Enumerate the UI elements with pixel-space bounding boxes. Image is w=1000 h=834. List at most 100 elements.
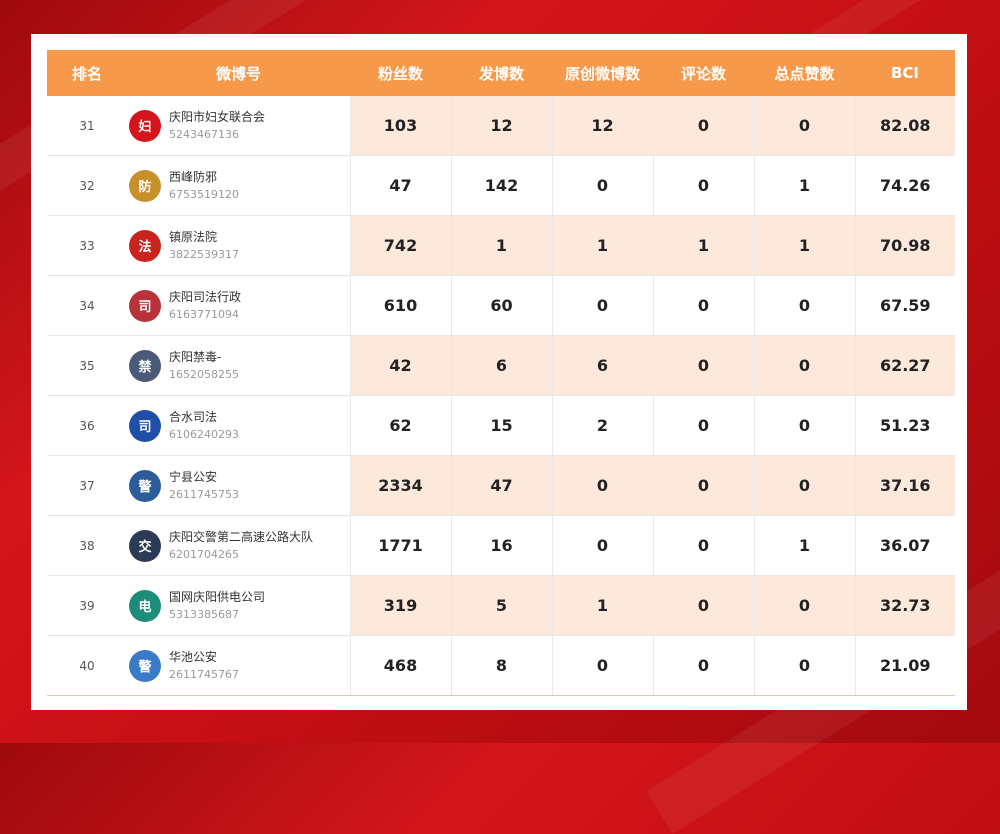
account-link[interactable]: 警宁县公安 2611745753 (127, 469, 350, 503)
ranking-card: 排名 微博号 粉丝数 发博数 原创微博数 评论数 总点赞数 BCI 31 妇庆阳市… (31, 34, 967, 710)
rank-cell: 37 (47, 455, 127, 516)
posts-cell: 16 (450, 515, 552, 576)
header-posts: 发博数 (451, 50, 552, 96)
bci-cell: 32.73 (854, 575, 955, 636)
likes-cell: 1 (753, 515, 855, 576)
police-badge-icon[interactable]: 警 (129, 469, 161, 502)
bci-cell: 82.08 (854, 96, 955, 156)
comments-cell: 0 (652, 96, 754, 156)
bci-cell: 36.07 (854, 515, 955, 576)
original-cell: 0 (551, 515, 653, 576)
table-row: 39 电国网庆阳供电公司 5313385687 319 5 1 0 0 32.73 (47, 575, 955, 636)
fans-cell: 47 (349, 155, 451, 216)
account-link[interactable]: 禁庆阳禁毒- 1652058255 (127, 349, 350, 383)
anti-drug-emblem-icon[interactable]: 禁 (129, 349, 161, 382)
comments-cell: 0 (652, 155, 754, 216)
bci-cell: 62.27 (854, 335, 955, 396)
table-row: 35 禁庆阳禁毒- 1652058255 42 6 6 0 0 62.27 (47, 335, 955, 396)
account-id: 6106240293 (169, 427, 239, 441)
account-link[interactable]: 交庆阳交警第二高速公路大队 6201704265 (127, 529, 350, 563)
account-name[interactable]: 西峰防邪 (169, 169, 239, 186)
state-grid-logo-icon[interactable]: 电 (129, 589, 161, 622)
account-link[interactable]: 电国网庆阳供电公司 5313385687 (127, 589, 350, 623)
posts-cell: 47 (450, 455, 552, 516)
account-link[interactable]: 司庆阳司法行政 6163771094 (127, 289, 350, 323)
account-id: 5243467136 (169, 127, 239, 141)
original-cell: 0 (551, 635, 653, 696)
original-cell: 0 (551, 155, 653, 216)
police-badge-icon[interactable]: 警 (129, 649, 161, 682)
account-name[interactable]: 合水司法 (169, 409, 239, 426)
account-id: 6201704265 (169, 547, 239, 561)
table-row: 31 妇庆阳市妇女联合会 5243467136 103 12 12 0 0 82.08 (47, 96, 955, 156)
rank-cell: 33 (47, 215, 127, 276)
comments-cell: 0 (652, 635, 754, 696)
posts-cell: 6 (450, 335, 552, 396)
account-cell: 司庆阳司法行政 6163771094 (127, 275, 350, 336)
bci-cell: 70.98 (854, 215, 955, 276)
account-name[interactable]: 庆阳禁毒- (169, 349, 239, 366)
header-likes: 总点赞数 (754, 50, 855, 96)
account-link[interactable]: 妇庆阳市妇女联合会 5243467136 (127, 109, 350, 143)
account-name[interactable]: 宁县公安 (169, 469, 239, 486)
original-cell: 12 (551, 96, 653, 156)
account-name[interactable]: 庆阳市妇女联合会 (169, 109, 265, 126)
original-cell: 2 (551, 395, 653, 456)
posts-cell: 142 (450, 155, 552, 216)
account-cell: 电国网庆阳供电公司 5313385687 (127, 575, 350, 636)
likes-cell: 1 (753, 215, 855, 276)
posts-cell: 8 (450, 635, 552, 696)
posts-cell: 60 (450, 275, 552, 336)
anti-cult-emblem-icon[interactable]: 防 (129, 169, 161, 202)
account-id: 5313385687 (169, 607, 239, 621)
comments-cell: 0 (652, 335, 754, 396)
fans-cell: 319 (349, 575, 451, 636)
account-name[interactable]: 庆阳交警第二高速公路大队 (169, 529, 313, 546)
account-id: 1652058255 (169, 367, 239, 381)
account-link[interactable]: 司合水司法 6106240293 (127, 409, 350, 443)
account-link[interactable]: 法镇原法院 3822539317 (127, 229, 350, 263)
bci-cell: 74.26 (854, 155, 955, 216)
account-name[interactable]: 国网庆阳供电公司 (169, 589, 265, 606)
justice-emblem-icon[interactable]: 司 (129, 409, 161, 442)
account-cell: 警宁县公安 2611745753 (127, 455, 350, 516)
posts-cell: 1 (450, 215, 552, 276)
header-account: 微博号 (127, 50, 350, 96)
table-row: 36 司合水司法 6106240293 62 15 2 0 0 51.23 (47, 395, 955, 456)
account-id: 2611745767 (169, 667, 239, 681)
posts-cell: 15 (450, 395, 552, 456)
account-cell: 法镇原法院 3822539317 (127, 215, 350, 276)
account-cell: 司合水司法 6106240293 (127, 395, 350, 456)
account-name[interactable]: 镇原法院 (169, 229, 239, 246)
original-cell: 6 (551, 335, 653, 396)
rank-cell: 31 (47, 96, 127, 156)
account-link[interactable]: 警华池公安 2611745767 (127, 649, 350, 683)
comments-cell: 0 (652, 515, 754, 576)
women-federation-logo-icon[interactable]: 妇 (129, 109, 161, 142)
header-rank: 排名 (47, 50, 127, 96)
original-cell: 0 (551, 455, 653, 516)
header-bci: BCI (855, 50, 955, 96)
fans-cell: 742 (349, 215, 451, 276)
header-comments: 评论数 (653, 50, 754, 96)
account-name[interactable]: 庆阳司法行政 (169, 289, 241, 306)
bci-cell: 37.16 (854, 455, 955, 516)
account-cell: 禁庆阳禁毒- 1652058255 (127, 335, 350, 396)
comments-cell: 0 (652, 575, 754, 636)
account-cell: 警华池公安 2611745767 (127, 635, 350, 696)
traffic-police-cartoon-icon[interactable]: 交 (129, 529, 161, 562)
court-emblem-icon[interactable]: 法 (129, 229, 161, 262)
likes-cell: 0 (753, 575, 855, 636)
account-link[interactable]: 防西峰防邪 6753519120 (127, 169, 350, 203)
fans-cell: 610 (349, 275, 451, 336)
rank-cell: 34 (47, 275, 127, 336)
justice-emblem-icon[interactable]: 司 (129, 289, 161, 322)
account-cell: 防西峰防邪 6753519120 (127, 155, 350, 216)
fans-cell: 468 (349, 635, 451, 696)
posts-cell: 12 (450, 96, 552, 156)
rank-cell: 40 (47, 635, 127, 696)
table-row: 33 法镇原法院 3822539317 742 1 1 1 1 70.98 (47, 215, 955, 276)
account-cell: 妇庆阳市妇女联合会 5243467136 (127, 96, 350, 156)
account-cell: 交庆阳交警第二高速公路大队 6201704265 (127, 515, 350, 576)
account-name[interactable]: 华池公安 (169, 649, 239, 666)
